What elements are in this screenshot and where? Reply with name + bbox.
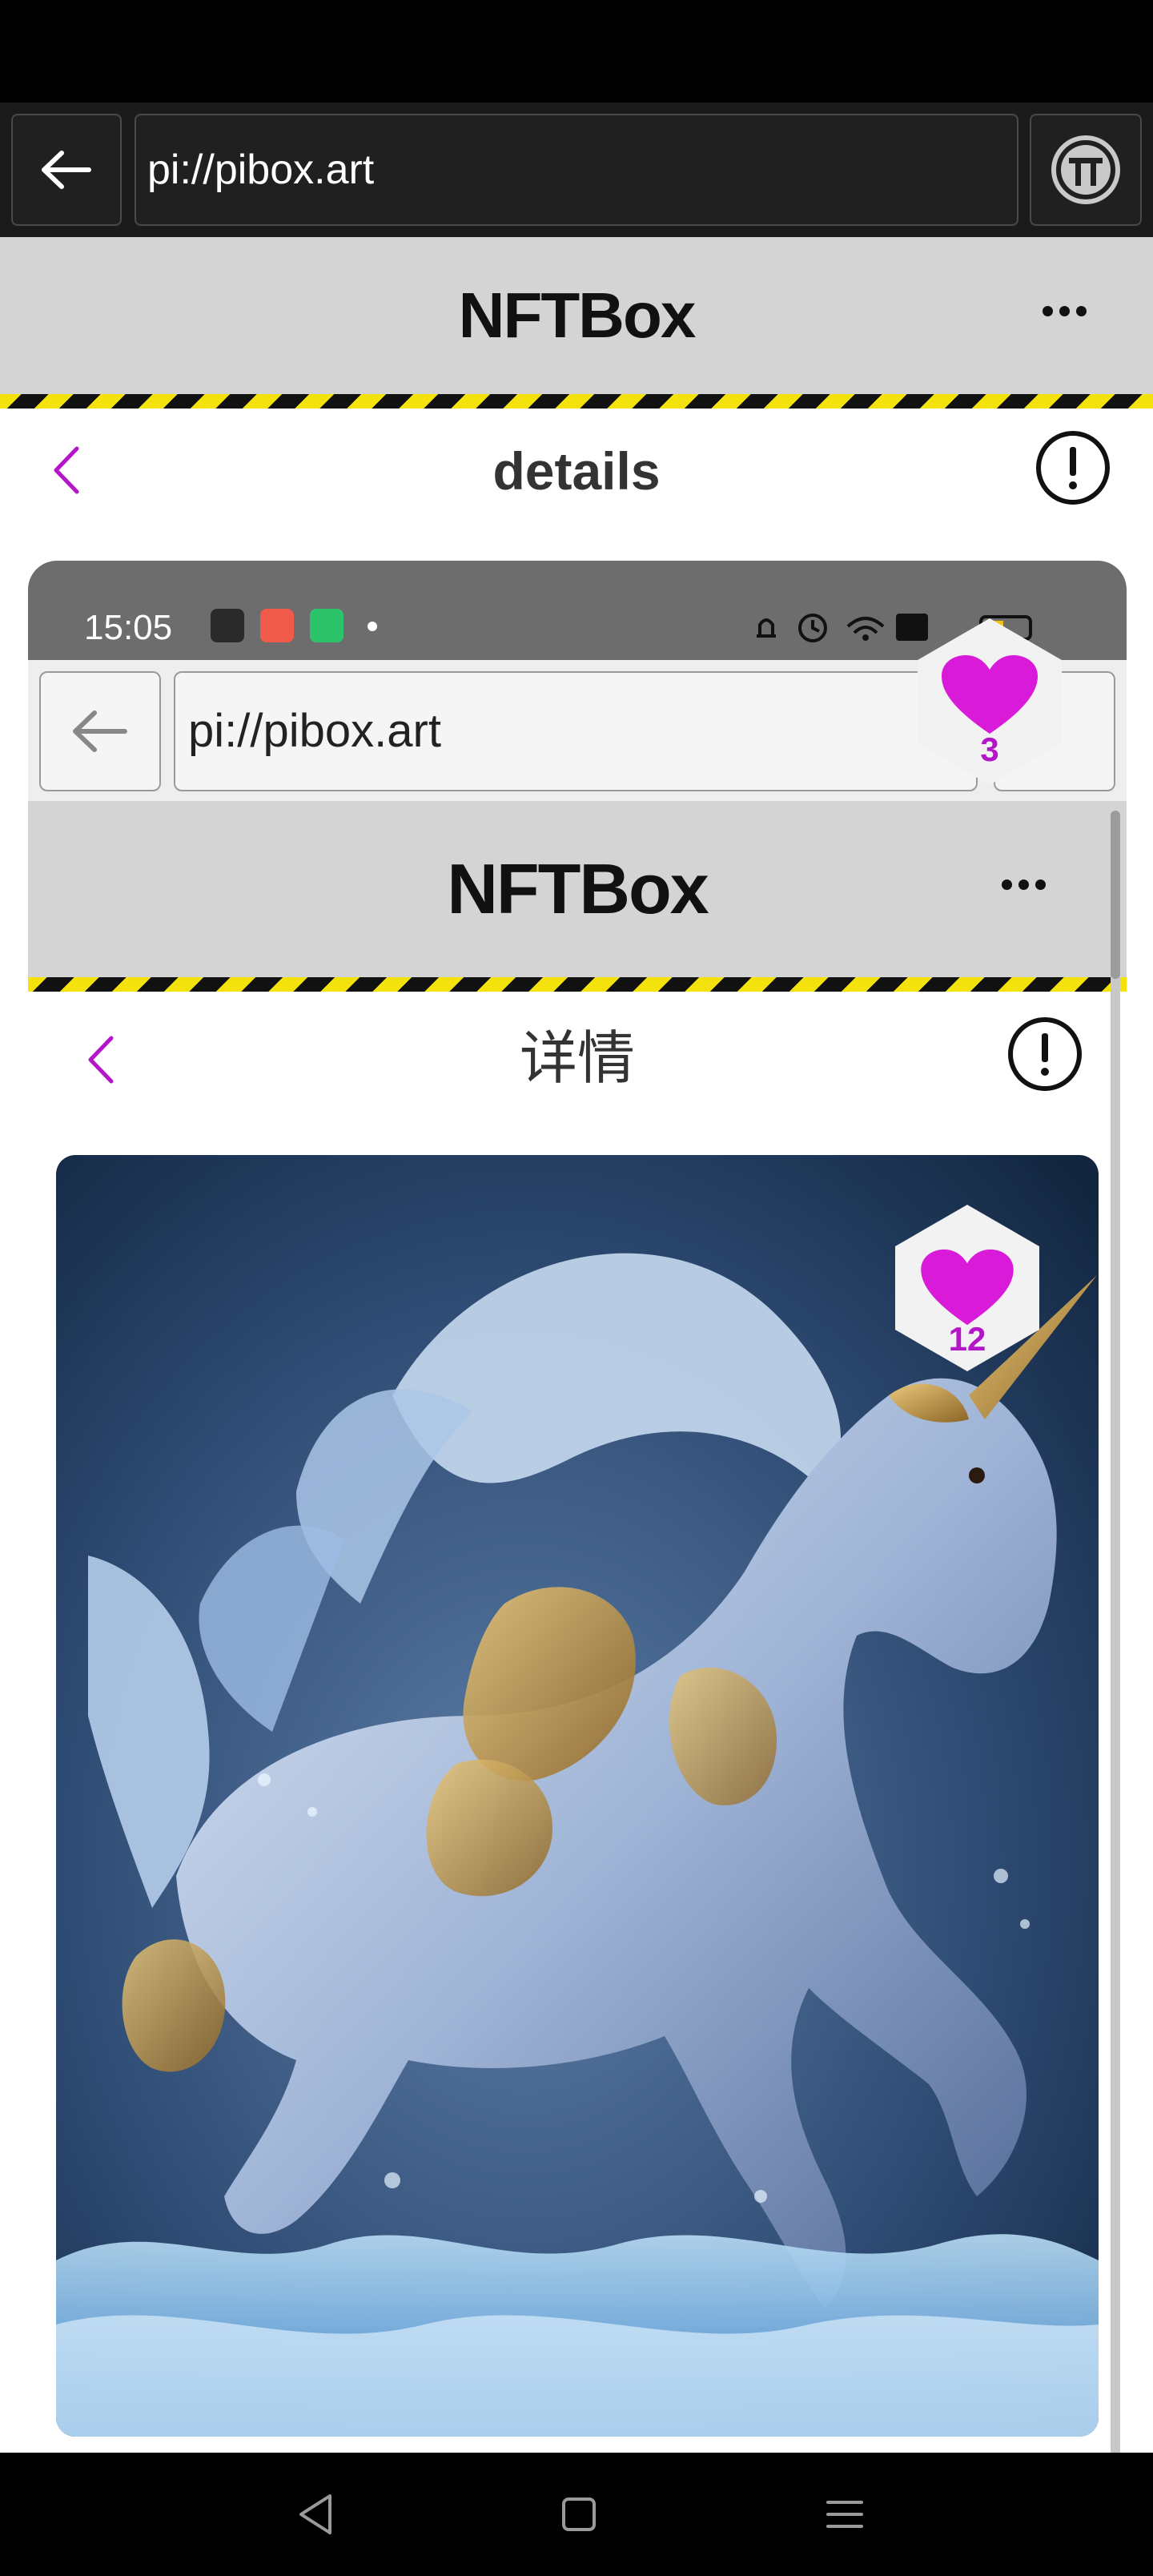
screenshot-app-header: NFTBox — [28, 801, 1127, 977]
heart-icon — [921, 1249, 1014, 1326]
triangle-back-icon[interactable] — [288, 2486, 344, 2542]
hazard-stripe — [0, 394, 1153, 409]
info-icon — [1008, 1017, 1082, 1091]
browser-back-button[interactable] — [11, 114, 122, 226]
screenshot-page-title: 详情 — [519, 1027, 635, 1091]
screenshot-app-title: NFTBox — [447, 849, 709, 928]
browser-bar: pi://pibox.art — [0, 103, 1153, 237]
scrollbar — [1111, 811, 1120, 2459]
browser-url-field[interactable]: pi://pibox.art — [135, 114, 1018, 226]
system-nav-bar — [0, 2453, 1153, 2576]
screenshot-hazard-stripe — [28, 977, 1127, 992]
card-like-count: 3 — [980, 731, 999, 768]
screenshot-time: 15:05 — [84, 608, 173, 647]
app-notification-icon — [260, 609, 294, 642]
arrow-left-icon — [42, 151, 91, 189]
notification-dot-icon — [368, 622, 377, 631]
card-like-badge[interactable]: 3 — [902, 614, 1078, 790]
app-notification-icon — [310, 609, 343, 642]
heart-icon — [942, 655, 1038, 734]
pi-browser-button[interactable] — [1030, 114, 1142, 226]
wechat-icon — [211, 609, 244, 642]
nft-like-badge[interactable]: 12 — [879, 1200, 1055, 1376]
info-icon[interactable] — [1034, 429, 1111, 506]
more-options-icon[interactable] — [1043, 306, 1087, 316]
screenshot-url-field: pi://pibox.art — [174, 671, 978, 791]
nft-like-count: 12 — [948, 1320, 986, 1358]
scrollbar-thumb — [1111, 811, 1120, 979]
page-title: details — [492, 441, 661, 501]
app-header: NFTBox — [0, 237, 1153, 394]
square-home-icon[interactable] — [551, 2486, 607, 2542]
nft-preview-card[interactable]: 15:05 pi://pibox.art NFTBox 详情 — [28, 561, 1127, 2459]
arrow-left-icon — [73, 710, 127, 752]
app-title: NFTBox — [458, 280, 697, 351]
screenshot-back-button — [39, 671, 161, 791]
pi-network-icon — [1051, 135, 1120, 204]
status-bar — [0, 0, 1153, 103]
more-options-icon — [1002, 879, 1046, 890]
menu-lines-icon[interactable] — [817, 2486, 873, 2542]
